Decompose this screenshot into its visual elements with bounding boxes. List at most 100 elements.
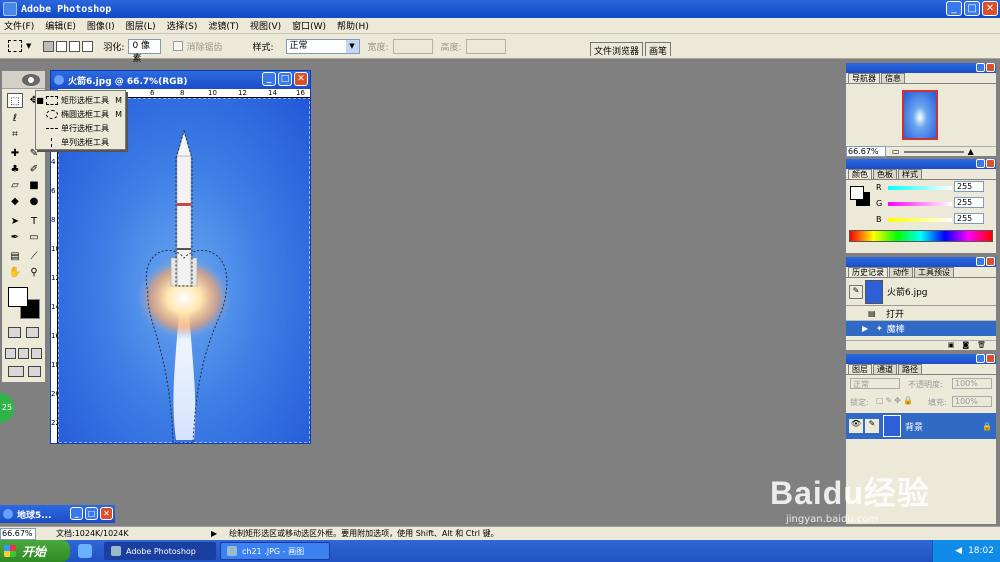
rect-marquee-tool-icon[interactable]: ⬚ — [7, 93, 23, 108]
menu-image[interactable]: 图像(I) — [87, 19, 115, 32]
zoom-slider[interactable] — [903, 150, 964, 153]
menu-filter[interactable]: 滤镜(T) — [208, 19, 239, 32]
opacity-input[interactable]: 100% — [952, 378, 992, 389]
history-brush-icon[interactable]: ✐ — [26, 162, 42, 177]
eyedropper-tool-icon[interactable]: ⟋ — [26, 249, 42, 264]
panel-close-button[interactable] — [986, 159, 995, 168]
volume-icon[interactable]: ◀ — [955, 546, 962, 556]
shape-tool-icon[interactable]: ▭ — [26, 230, 42, 245]
channel-r-slider[interactable] — [888, 186, 952, 190]
pen-tool-icon[interactable]: ✒ — [7, 230, 23, 245]
tab-history[interactable]: 历史记录 — [848, 267, 888, 277]
panel-close-button[interactable] — [986, 354, 995, 363]
tab-tool-presets[interactable]: 工具预设 — [914, 267, 954, 277]
screen-mode-full-menu-icon[interactable] — [18, 348, 29, 359]
flyout-rect-marquee[interactable]: ■ 矩形选框工具 M — [36, 93, 125, 107]
flyout-single-row-marquee[interactable]: 单行选框工具 — [36, 121, 125, 135]
close-button[interactable]: ✕ — [982, 1, 998, 16]
channel-g-slider[interactable] — [888, 202, 952, 206]
blur-tool-icon[interactable]: ◆ — [7, 194, 23, 209]
stamp-tool-icon[interactable]: ♣ — [7, 162, 23, 177]
color-spectrum-bar[interactable] — [849, 230, 993, 242]
subtract-selection-mode[interactable] — [69, 40, 81, 52]
play-arrow-icon[interactable]: ▶ — [211, 529, 217, 538]
tab-actions[interactable]: 动作 — [889, 267, 913, 277]
channel-g-input[interactable]: 255 — [954, 197, 984, 208]
flyout-single-col-marquee[interactable]: 单列选框工具 — [36, 135, 125, 149]
notes-tool-icon[interactable]: ▤ — [7, 249, 23, 264]
standard-mode-icon[interactable] — [8, 327, 21, 338]
new-document-from-state-icon[interactable]: ▣ — [948, 341, 955, 350]
min-maximize-button[interactable]: □ — [85, 507, 98, 520]
zoom-out-icon[interactable]: ▭ — [892, 147, 900, 156]
foreground-color-swatch[interactable] — [8, 287, 28, 307]
gradient-tool-icon[interactable]: ■ — [26, 178, 42, 193]
minimize-button[interactable]: _ — [946, 1, 962, 16]
zoom-field[interactable]: 66.67% — [0, 527, 36, 540]
start-button[interactable]: 开始 — [0, 540, 70, 562]
menu-view[interactable]: 视图(V) — [250, 19, 281, 32]
panel-minimize-button[interactable] — [976, 354, 985, 363]
marquee-preset-icon[interactable] — [8, 40, 22, 52]
color-fg-swatch[interactable] — [850, 186, 864, 200]
tab-layers[interactable]: 图层 — [848, 364, 872, 374]
menu-layer[interactable]: 图层(L) — [126, 19, 156, 32]
menu-select[interactable]: 选择(S) — [167, 19, 198, 32]
tab-color[interactable]: 颜色 — [848, 169, 872, 179]
panel-minimize-button[interactable] — [976, 63, 985, 72]
channel-b-input[interactable]: 255 — [954, 213, 984, 224]
brush-source-icon[interactable]: ✎ — [849, 284, 863, 299]
doc-close-button[interactable]: ✕ — [294, 72, 308, 86]
minimized-document[interactable]: 地球5... _ □ ✕ — [0, 505, 115, 523]
quicklaunch-ie-icon[interactable] — [78, 544, 92, 558]
tab-file-browser[interactable]: 文件浏览器 — [590, 42, 644, 57]
menu-file[interactable]: 文件(F) — [4, 19, 34, 32]
eye-icon[interactable]: 👁 — [849, 419, 863, 433]
feather-input[interactable]: 0 像素 — [128, 38, 162, 64]
tab-channels[interactable]: 通道 — [873, 364, 897, 374]
menu-help[interactable]: 帮助(H) — [337, 19, 369, 32]
antialias-checkbox[interactable] — [173, 41, 184, 51]
menu-window[interactable]: 窗口(W) — [292, 19, 326, 32]
doc-minimize-button[interactable]: _ — [262, 72, 276, 86]
navigator-thumbnail[interactable] — [902, 90, 938, 140]
new-selection-mode[interactable] — [43, 40, 55, 52]
intersect-selection-mode[interactable] — [82, 40, 94, 52]
flyout-ellipse-marquee[interactable]: 椭圆选框工具 M — [36, 107, 125, 121]
history-step-open[interactable]: ▤ 打开 — [846, 306, 996, 321]
tab-brushes[interactable]: 画笔 — [645, 42, 672, 57]
imageready-icon[interactable] — [28, 366, 41, 377]
history-snapshot[interactable]: ✎ 火箭6.jpg — [846, 278, 996, 306]
delete-state-icon[interactable]: 🗑 — [977, 341, 986, 350]
preset-dropdown-icon[interactable]: ▼ — [26, 42, 31, 50]
crop-tool-icon[interactable]: ⌗ — [7, 127, 23, 142]
height-input[interactable] — [465, 38, 506, 54]
clock[interactable]: 18:02 — [968, 546, 994, 556]
add-selection-mode[interactable] — [56, 40, 68, 52]
navigator-zoom[interactable]: 66.67% — [846, 146, 886, 157]
style-select[interactable]: 正常 ▼ — [285, 38, 360, 54]
screen-mode-standard-icon[interactable] — [5, 348, 16, 359]
zoom-in-icon[interactable]: ▲ — [968, 147, 974, 156]
channel-b-slider[interactable] — [888, 218, 952, 222]
eraser-tool-icon[interactable]: ▱ — [7, 178, 23, 193]
layer-row-background[interactable]: 👁 ✎ 背景 🔒 — [846, 413, 996, 439]
min-restore-button[interactable]: _ — [70, 507, 83, 520]
panel-minimize-button[interactable] — [976, 257, 985, 266]
document-size[interactable]: 文档:1024K/1024K — [56, 528, 211, 539]
tab-paths[interactable]: 路径 — [898, 364, 922, 374]
zoom-tool-icon[interactable]: ⚲ — [26, 265, 42, 280]
path-select-tool-icon[interactable]: ➤ — [7, 214, 23, 229]
tab-info[interactable]: 信息 — [881, 73, 905, 83]
doc-maximize-button[interactable]: □ — [278, 72, 292, 86]
channel-r-input[interactable]: 255 — [954, 181, 984, 192]
history-step-magic-wand[interactable]: ▶ ✦ 魔棒 — [846, 321, 996, 336]
side-badge[interactable]: 25 — [0, 393, 14, 423]
lasso-tool-icon[interactable]: ℓ — [7, 111, 23, 126]
min-close-button[interactable]: ✕ — [100, 507, 113, 520]
quickmask-mode-icon[interactable] — [26, 327, 39, 338]
width-input[interactable] — [392, 38, 433, 54]
panel-close-button[interactable] — [986, 63, 995, 72]
lock-icons[interactable]: □✎✥🔒 — [876, 396, 915, 405]
tab-navigator[interactable]: 导航器 — [848, 73, 880, 83]
